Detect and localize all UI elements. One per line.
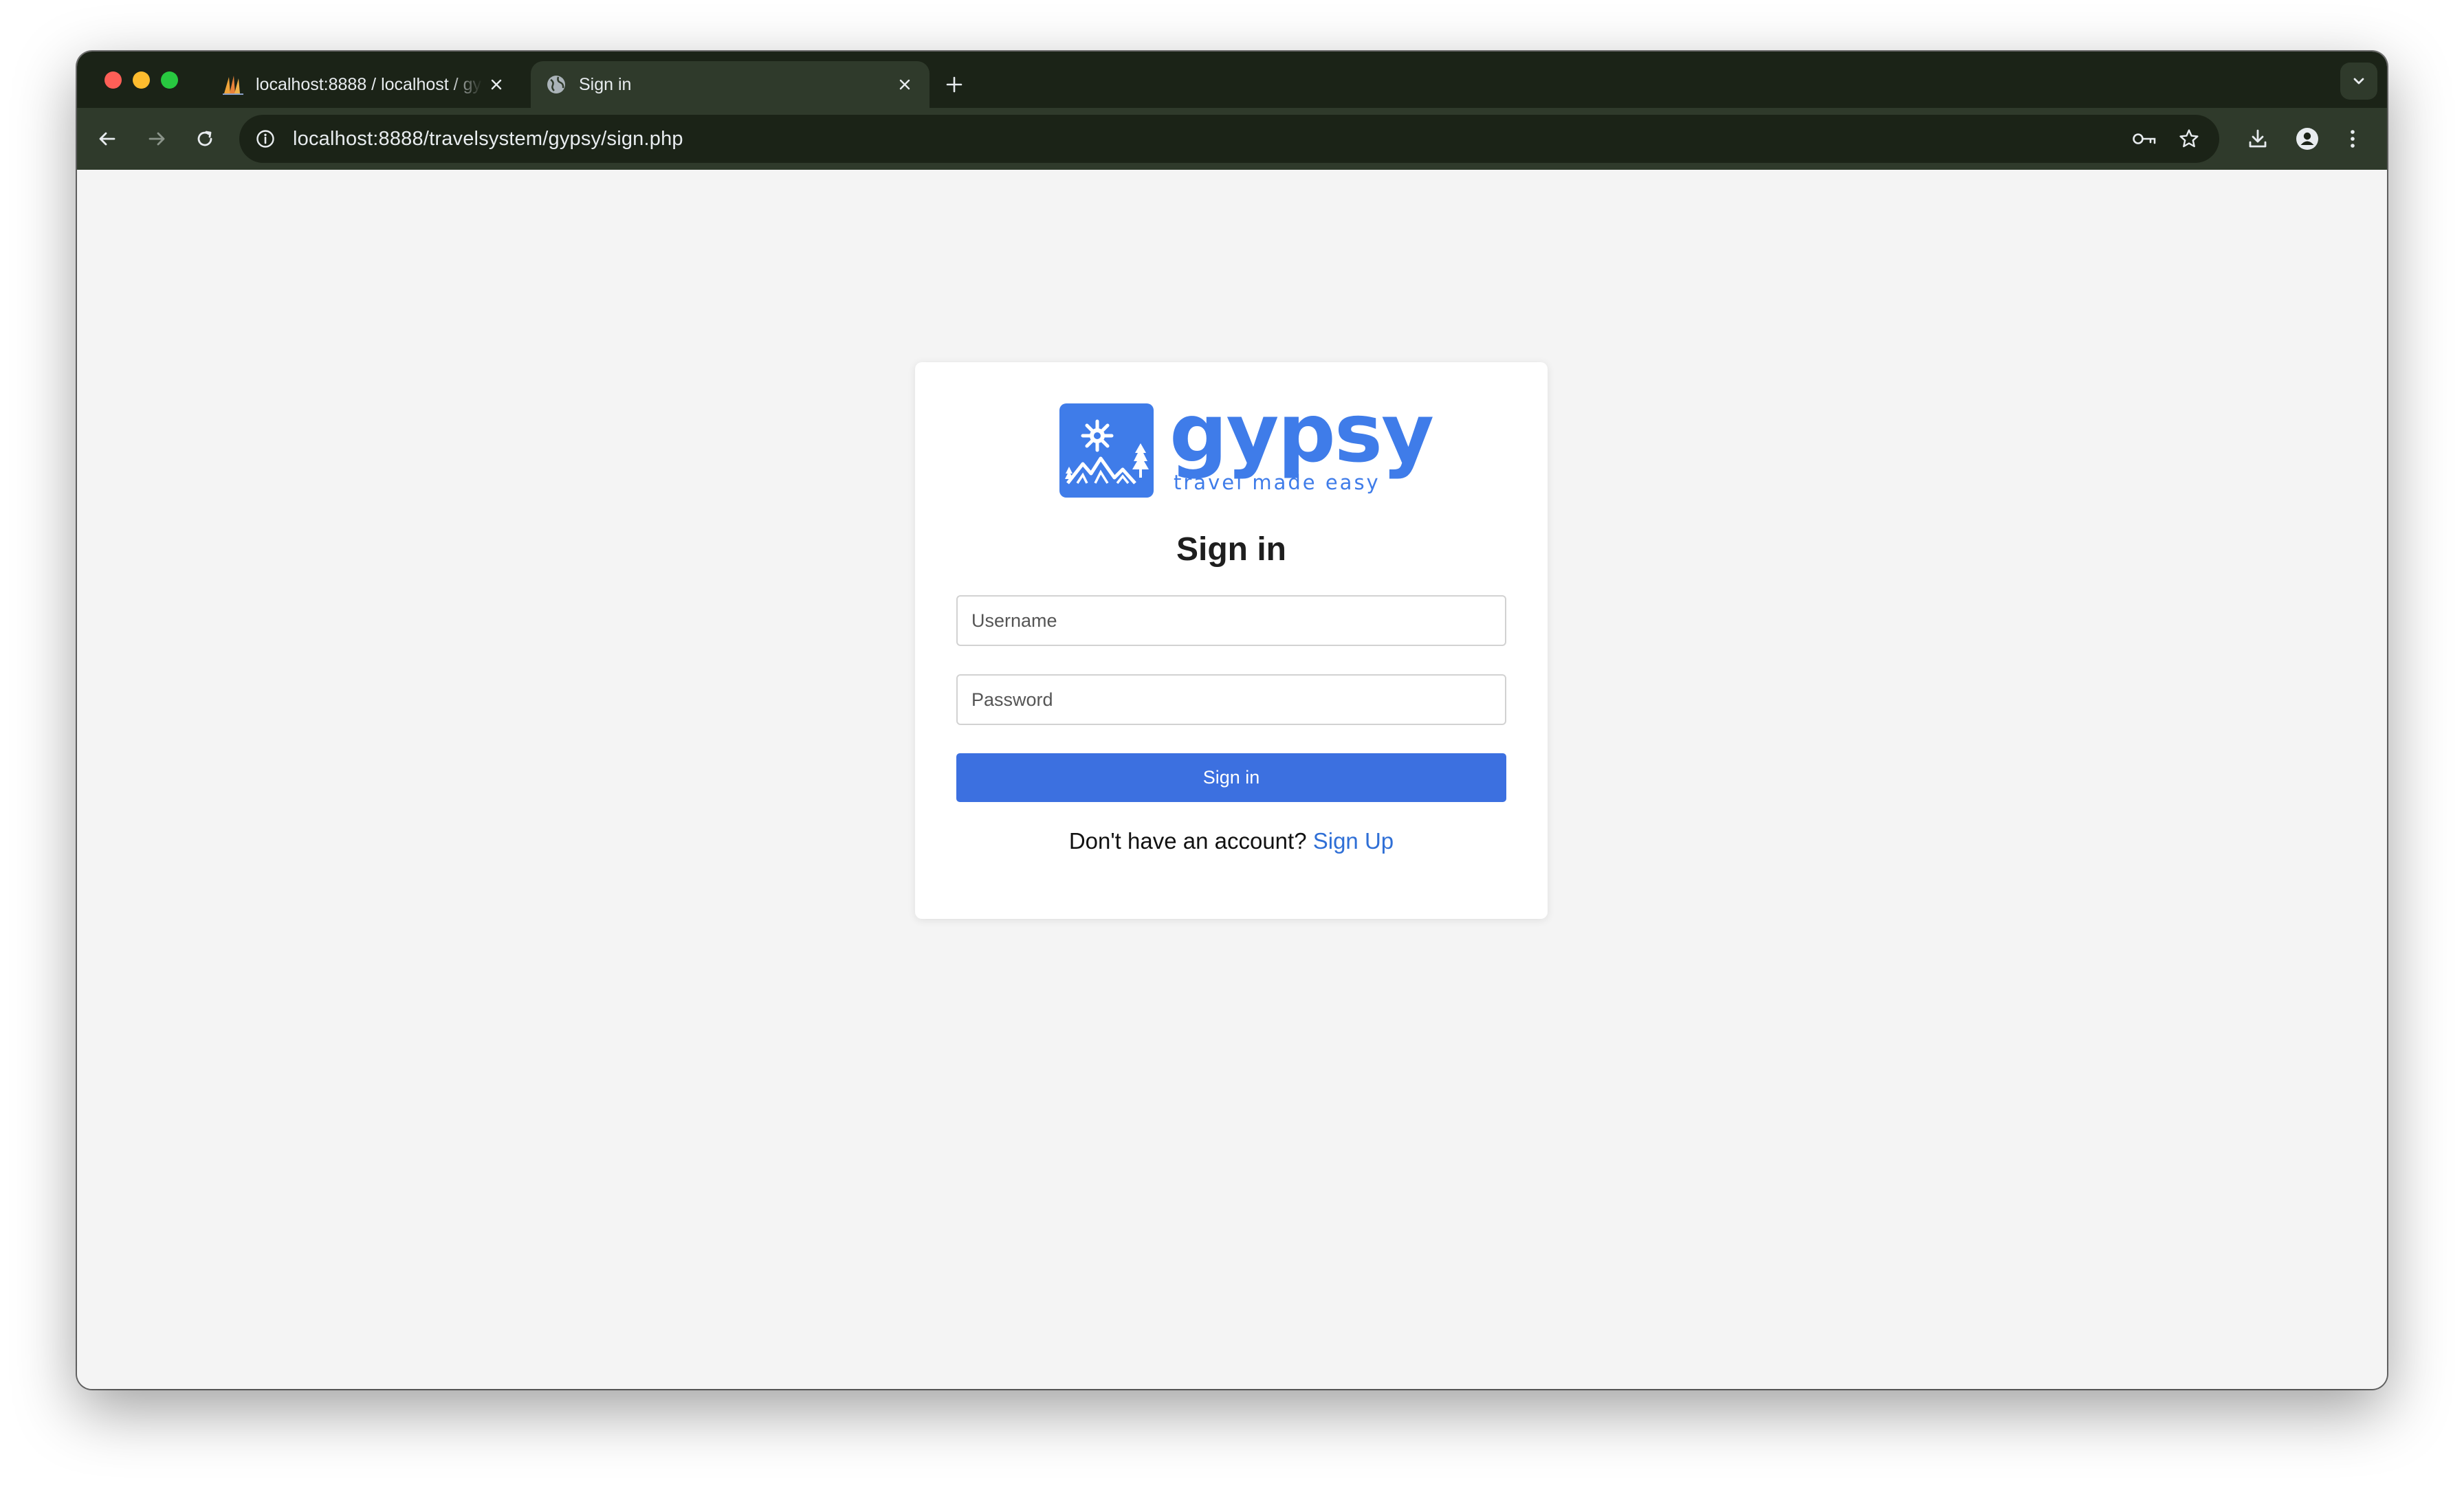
page-title: Sign in [1176,531,1286,568]
gypsy-logo: gypsy travel made easy [1059,392,1434,498]
username-input[interactable] [956,595,1506,646]
address-bar[interactable]: localhost:8888/travelsystem/gypsy/sign.p… [239,115,2219,163]
profile-icon[interactable] [2288,120,2326,158]
tab-title: localhost:8888 / localhost / gypsy [256,74,483,94]
page-viewport: gypsy travel made easy Sign in Sign in D… [77,170,2387,1389]
password-key-icon[interactable] [2128,122,2162,155]
browser-toolbar: localhost:8888/travelsystem/gypsy/sign.p… [77,108,2387,170]
sign-up-link[interactable]: Sign Up [1313,828,1394,854]
logo-wordmark: gypsy [1169,386,1434,480]
url-text: localhost:8888/travelsystem/gypsy/sign.p… [293,128,683,150]
more-menu-icon[interactable] [2333,120,2372,158]
globe-icon [547,76,565,93]
back-arrow-icon[interactable] [88,120,126,158]
forward-arrow-icon[interactable] [138,120,176,158]
signup-prompt-line: Don't have an account? Sign Up [915,828,1548,854]
tab-sign-in[interactable]: Sign in [531,61,930,108]
sign-in-button[interactable]: Sign in [956,753,1506,802]
minimize-window-button[interactable] [133,71,150,89]
tab-title: Sign in [579,74,632,94]
password-input[interactable] [956,674,1506,725]
tab-close-icon[interactable] [891,71,918,98]
signup-prompt-text: Don't have an account? [1068,828,1307,854]
reload-icon[interactable] [186,120,224,158]
phpmyadmin-sail-icon [223,76,243,95]
logo-mark-icon [1059,403,1154,498]
tab-search-chevron-icon[interactable] [2340,63,2377,100]
bookmark-star-icon[interactable] [2172,122,2206,155]
site-info-icon[interactable] [249,122,282,155]
browser-window: localhost:8888 / localhost / gypsy Sign … [77,52,2387,1389]
maximize-window-button[interactable] [161,71,178,89]
new-tab-icon[interactable] [938,68,971,101]
close-window-button[interactable] [104,71,122,89]
download-icon[interactable] [2238,120,2277,158]
sign-in-card: gypsy travel made easy Sign in Sign in D… [915,362,1548,919]
tab-close-icon[interactable] [483,71,510,98]
tab-strip: localhost:8888 / localhost / gypsy Sign … [77,52,2387,108]
logo-tagline: travel made easy [1174,471,1380,494]
